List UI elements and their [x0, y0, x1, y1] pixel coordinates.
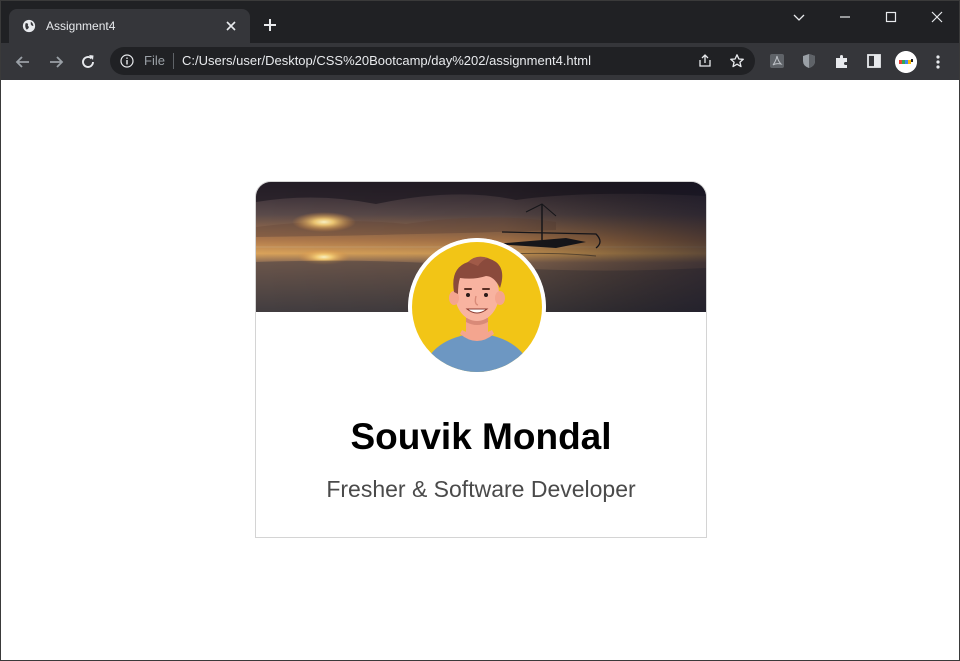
profile-logo-icon — [895, 51, 917, 73]
cartoon-man-avatar — [408, 238, 546, 376]
close-window-icon[interactable] — [927, 7, 947, 27]
profile-role: Fresher & Software Developer — [326, 476, 636, 502]
avatar[interactable] — [895, 51, 917, 73]
puzzle-icon[interactable] — [834, 53, 850, 69]
back-arrow-icon[interactable] — [13, 52, 33, 72]
side-panel-icon[interactable] — [866, 53, 882, 69]
tab-title: Assignment4 — [46, 19, 116, 33]
profile-picture — [408, 238, 546, 376]
scheme-label: File — [144, 53, 165, 68]
page-viewport: Souvik Mondal Fresher & Software Develop… — [1, 80, 959, 660]
url-text[interactable]: C:/Users/user/Desktop/CSS%20Bootcamp/day… — [182, 53, 591, 69]
tab-assignment4[interactable]: Assignment4 — [9, 9, 250, 43]
browser-toolbar: File C:/Users/user/Desktop/CSS%20Bootcam… — [1, 43, 959, 80]
pdf-icon[interactable] — [769, 53, 785, 69]
profile-card: Souvik Mondal Fresher & Software Develop… — [255, 181, 707, 538]
minimize-icon[interactable] — [835, 7, 855, 27]
plus-icon[interactable] — [261, 16, 279, 34]
close-icon[interactable] — [223, 18, 239, 34]
more-vert-icon[interactable] — [930, 53, 946, 71]
tab-search-icon[interactable] — [789, 7, 809, 27]
omnibox-divider — [173, 53, 174, 69]
maximize-icon[interactable] — [881, 7, 901, 27]
star-icon[interactable] — [729, 53, 745, 69]
forward-arrow-icon[interactable] — [46, 52, 66, 72]
globe-icon — [22, 19, 36, 33]
reload-icon[interactable] — [78, 52, 98, 72]
profile-name: Souvik Mondal — [350, 416, 612, 457]
share-icon[interactable] — [697, 53, 713, 69]
browser-window: Assignment4 File C:/Users/user/Desktop/C… — [0, 0, 960, 661]
tab-strip: Assignment4 — [1, 1, 959, 43]
shield-icon[interactable] — [801, 53, 817, 69]
info-icon[interactable] — [120, 54, 134, 68]
address-bar[interactable]: File C:/Users/user/Desktop/CSS%20Bootcam… — [110, 47, 755, 75]
